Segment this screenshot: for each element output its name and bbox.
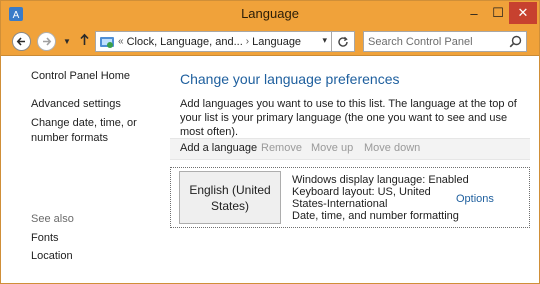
- page-description: Add languages you want to use to this li…: [180, 98, 517, 138]
- location-link[interactable]: Location: [31, 249, 73, 264]
- refresh-button[interactable]: [332, 31, 355, 52]
- move-up-button[interactable]: Move up: [311, 142, 353, 154]
- fonts-link[interactable]: Fonts: [31, 231, 59, 246]
- add-language-button[interactable]: Add a language: [180, 142, 257, 154]
- change-date-time-formats-link[interactable]: Change date, time, or number formats: [31, 116, 169, 146]
- display-language-status: Windows display language: Enabled: [292, 174, 469, 186]
- page-title: Change your language preferences: [180, 71, 400, 87]
- language-details: Windows display language: Enabled Keyboa…: [292, 174, 469, 222]
- address-dropdown-icon[interactable]: ▾: [322, 35, 327, 46]
- keyboard-layout: Keyboard layout: US, United: [292, 186, 431, 198]
- arrow-right-icon: [43, 37, 52, 46]
- address-bar[interactable]: « Clock, Language, and... › Language ▾: [95, 31, 332, 52]
- window-title: Language: [241, 6, 299, 21]
- up-button[interactable]: [79, 33, 90, 49]
- see-also-heading: See also: [31, 213, 74, 225]
- back-button[interactable]: [12, 32, 31, 51]
- close-button[interactable]: ✕: [509, 2, 537, 24]
- arrow-left-icon: [16, 37, 25, 46]
- breadcrumb-overflow[interactable]: «: [118, 36, 124, 47]
- recent-locations-button[interactable]: ▼: [63, 37, 71, 46]
- move-down-button[interactable]: Move down: [364, 142, 420, 154]
- control-panel-home-link[interactable]: Control Panel Home: [31, 69, 130, 84]
- language-toolbar: Add a language Remove Move up Move down: [170, 138, 530, 160]
- options-link[interactable]: Options: [456, 193, 494, 205]
- breadcrumb-clock-language[interactable]: Clock, Language, and...: [127, 36, 243, 48]
- date-time-formatting: Date, time, and number formatting: [292, 210, 459, 222]
- remove-button[interactable]: Remove: [261, 142, 302, 154]
- left-task-pane: Control Panel Home Advanced settings Cha…: [1, 57, 171, 283]
- keyboard-layout-continued: States-International: [292, 198, 388, 210]
- control-panel-icon: [100, 36, 114, 48]
- refresh-icon: [338, 36, 348, 47]
- language-name-button[interactable]: English (United States): [179, 171, 281, 224]
- language-window: A Language – ☐ ✕ ▼ « Clock, Language, an…: [0, 0, 540, 284]
- maximize-button[interactable]: ☐: [485, 2, 511, 24]
- forward-button[interactable]: [37, 32, 56, 51]
- language-list-item[interactable]: English (United States) Windows display …: [170, 167, 530, 228]
- arrow-up-icon: [80, 33, 89, 45]
- breadcrumb-language[interactable]: Language: [252, 36, 301, 48]
- minimize-button[interactable]: –: [461, 2, 487, 24]
- search-icon[interactable]: [509, 35, 522, 48]
- advanced-settings-link[interactable]: Advanced settings: [31, 97, 121, 112]
- title-bar: A Language – ☐ ✕: [1, 1, 539, 28]
- breadcrumb-separator[interactable]: ›: [246, 36, 249, 47]
- search-input[interactable]: [368, 34, 504, 49]
- search-box[interactable]: [363, 31, 527, 52]
- navigation-bar: ▼ « Clock, Language, and... › Language ▾: [1, 28, 539, 56]
